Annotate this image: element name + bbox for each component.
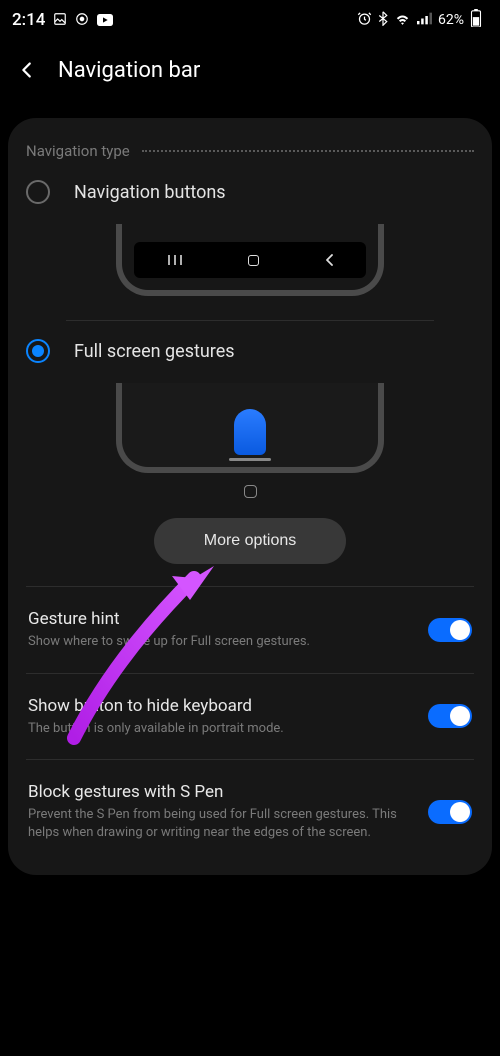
back-nav-icon bbox=[324, 253, 334, 267]
toggle-gesture-hint[interactable] bbox=[428, 618, 472, 642]
home-indicator-icon bbox=[26, 485, 474, 498]
setting-title: Gesture hint bbox=[28, 609, 412, 629]
image-icon bbox=[53, 11, 67, 30]
status-right: 62% bbox=[357, 9, 482, 31]
divider bbox=[66, 320, 434, 321]
setting-title: Block gestures with S Pen bbox=[28, 782, 412, 802]
clock: 2:14 bbox=[12, 10, 45, 30]
divider bbox=[26, 759, 474, 760]
setting-desc: Show where to swipe up for Full screen g… bbox=[28, 633, 412, 651]
radio-label: Full screen gestures bbox=[74, 341, 235, 362]
setting-desc: Prevent the S Pen from being used for Fu… bbox=[28, 806, 412, 841]
settings-panel: Navigation type Navigation buttons Full … bbox=[8, 118, 492, 875]
back-icon[interactable] bbox=[16, 59, 38, 81]
section-label-row: Navigation type bbox=[26, 142, 474, 160]
divider bbox=[26, 586, 474, 587]
more-options-button[interactable]: More options bbox=[154, 518, 347, 564]
setting-gesture-hint[interactable]: Gesture hint Show where to swipe up for … bbox=[26, 593, 474, 667]
alarm-icon bbox=[357, 11, 372, 30]
preview-nav-buttons bbox=[26, 224, 474, 296]
setting-title: Show button to hide keyboard bbox=[28, 696, 412, 716]
radio-icon-selected bbox=[26, 339, 50, 363]
status-left: 2:14 bbox=[12, 10, 113, 30]
recents-icon bbox=[167, 254, 183, 266]
gesture-finger-icon bbox=[234, 409, 266, 455]
divider bbox=[26, 673, 474, 674]
setting-block-spen[interactable]: Block gestures with S Pen Prevent the S … bbox=[26, 766, 474, 857]
setting-hide-keyboard[interactable]: Show button to hide keyboard The button … bbox=[26, 680, 474, 754]
toggle-block-spen[interactable] bbox=[428, 800, 472, 824]
page-title: Navigation bar bbox=[58, 58, 200, 83]
gesture-handle bbox=[229, 458, 271, 461]
preview-gestures bbox=[26, 383, 474, 473]
battery-icon bbox=[470, 9, 482, 31]
toggle-hide-keyboard[interactable] bbox=[428, 704, 472, 728]
youtube-icon bbox=[97, 11, 113, 30]
dash-line bbox=[142, 150, 474, 152]
bluetooth-icon bbox=[378, 11, 388, 30]
radio-label: Navigation buttons bbox=[74, 182, 226, 203]
circle-icon bbox=[75, 11, 89, 30]
radio-icon bbox=[26, 180, 50, 204]
page-header: Navigation bar bbox=[0, 40, 500, 100]
radio-navigation-buttons[interactable]: Navigation buttons bbox=[26, 180, 474, 204]
battery-pct: 62% bbox=[438, 12, 464, 28]
radio-full-screen-gestures[interactable]: Full screen gestures bbox=[26, 339, 474, 363]
wifi-icon bbox=[394, 12, 411, 29]
status-bar: 2:14 62% bbox=[0, 0, 500, 40]
section-label: Navigation type bbox=[26, 142, 130, 160]
setting-desc: The button is only available in portrait… bbox=[28, 720, 412, 738]
home-icon bbox=[248, 255, 259, 266]
signal-icon bbox=[417, 12, 432, 29]
